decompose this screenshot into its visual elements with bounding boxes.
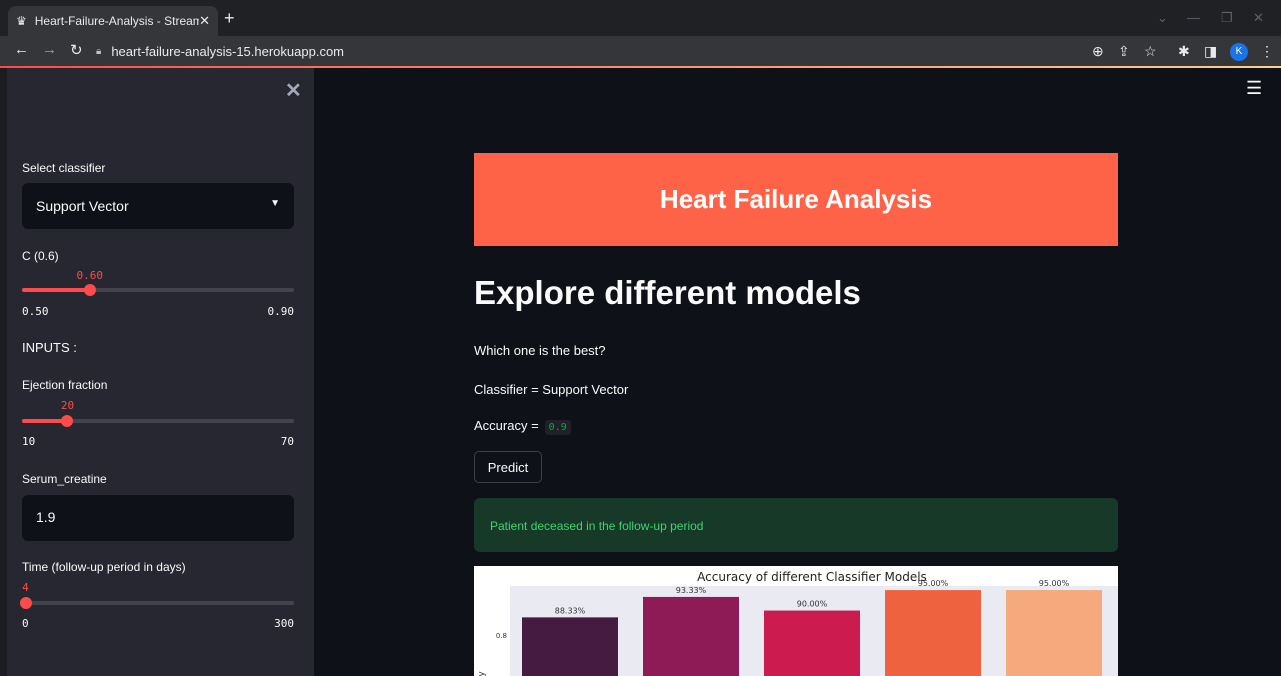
lock-icon[interactable]: 🔒︎ [96, 46, 101, 57]
serum-input-box[interactable] [22, 495, 294, 541]
menu-kebab-icon[interactable]: ⋮ [1260, 43, 1274, 60]
side-panel-icon[interactable]: ◨ [1204, 43, 1217, 60]
result-text: Patient deceased in the follow-up period [490, 519, 704, 533]
new-tab-icon[interactable]: + [224, 9, 235, 27]
success-alert: Patient deceased in the follow-up period [474, 498, 1118, 552]
page-heading: Explore different models [474, 274, 861, 311]
classifier-text: Classifier = Support Vector [474, 382, 629, 397]
time-slider-max: 300 [274, 617, 294, 630]
window-edge [0, 68, 7, 676]
chart-bar [885, 590, 981, 676]
chart-bar-label: 90.00% [797, 600, 828, 609]
c-slider-thumb[interactable] [84, 284, 96, 296]
close-tab-icon[interactable]: ✕ [199, 13, 210, 29]
maximize-icon[interactable]: ❐ [1221, 10, 1233, 26]
browser-tab[interactable]: ♛ Heart-Failure-Analysis - Streamlit ✕ [8, 6, 218, 36]
forward-icon[interactable]: → [42, 41, 57, 58]
chart-bar-label: 88.33% [555, 606, 586, 615]
banner-title: Heart Failure Analysis [659, 184, 933, 214]
chart-ylabel: y [477, 671, 487, 676]
classifier-select-value: Support Vector [36, 198, 129, 214]
reload-icon[interactable]: ↻ [70, 41, 83, 59]
browser-tab-bar: ♛ Heart-Failure-Analysis - Streamlit ✕ +… [0, 0, 1281, 36]
time-slider-min: 0 [22, 617, 29, 630]
back-icon[interactable]: ← [14, 41, 29, 58]
extensions-icon[interactable]: ✱ [1178, 43, 1190, 60]
chart-bar [1006, 590, 1102, 676]
address-bar: ← → ↻ 🔒︎ heart-failure-analysis-15.herok… [0, 36, 1281, 66]
c-slider-value: 0.60 [76, 269, 104, 282]
classifier-select[interactable]: Support Vector ▼ [22, 183, 294, 229]
tab-search-icon[interactable]: ⌄ [1157, 10, 1168, 26]
chart-bar-label: 95.00% [1039, 579, 1070, 588]
url-field[interactable]: 🔒︎ heart-failure-analysis-15.herokuapp.c… [96, 40, 344, 62]
serum-input[interactable] [36, 509, 276, 525]
question-text: Which one is the best? [474, 343, 606, 358]
zoom-icon[interactable]: ⊕ [1092, 43, 1104, 60]
ejection-slider-thumb[interactable] [61, 415, 74, 427]
c-slider[interactable] [22, 284, 294, 296]
chart-bar [764, 610, 860, 676]
close-sidebar-icon[interactable]: ✕ [285, 78, 302, 103]
ejection-slider-min: 10 [22, 435, 36, 448]
sidebar: ✕ Select classifier Support Vector ▼ C (… [7, 68, 314, 676]
share-icon[interactable]: ⇪ [1118, 43, 1130, 60]
time-slider-value: 4 [22, 581, 29, 594]
inputs-heading: INPUTS : [22, 340, 77, 355]
chart-bar-label: 95.00% [918, 579, 949, 588]
chart-bar [643, 596, 739, 676]
chart-ytick-label: 0.8 [496, 632, 507, 640]
c-label: C (0.6) [22, 249, 59, 263]
chart-bar [522, 617, 618, 676]
tab-title: Heart-Failure-Analysis - Streamlit [34, 14, 200, 28]
title-banner: Heart Failure Analysis [474, 153, 1118, 246]
url-text: heart-failure-analysis-15.herokuapp.com [111, 43, 345, 59]
classifier-label: Select classifier [22, 161, 106, 175]
accuracy-value: 0.9 [544, 420, 571, 435]
minimize-icon[interactable]: — [1187, 10, 1200, 25]
chevron-down-icon: ▼ [270, 198, 280, 209]
time-slider[interactable] [19, 597, 294, 609]
time-label: Time (follow-up period in days) [22, 560, 186, 574]
c-slider-min: 0.50 [22, 305, 49, 318]
accuracy-chart: Accuracy of different Classifier Models … [474, 566, 1118, 676]
streamlit-favicon-icon: ♛ [16, 14, 27, 28]
ejection-label: Ejection fraction [22, 378, 108, 392]
bookmark-star-icon[interactable]: ☆ [1144, 43, 1157, 60]
chart-title: Accuracy of different Classifier Models [697, 570, 927, 584]
predict-button[interactable]: Predict [474, 451, 542, 483]
accuracy-line: Accuracy = 0.9 [474, 418, 571, 435]
chart-bar-label: 93.33% [676, 586, 707, 595]
ejection-slider-value: 20 [60, 399, 75, 412]
time-slider-thumb[interactable] [19, 597, 32, 609]
close-window-icon[interactable]: ✕ [1253, 10, 1264, 26]
ejection-slider-max: 70 [280, 435, 294, 448]
hamburger-menu-icon[interactable]: ☰ [1246, 78, 1262, 99]
serum-label: Serum_creatine [22, 472, 107, 486]
ejection-slider[interactable] [22, 415, 294, 427]
profile-avatar[interactable]: K [1230, 43, 1248, 61]
c-slider-max: 0.90 [267, 305, 295, 318]
c-slider-fill [22, 288, 90, 292]
accuracy-label: Accuracy = [474, 418, 539, 433]
